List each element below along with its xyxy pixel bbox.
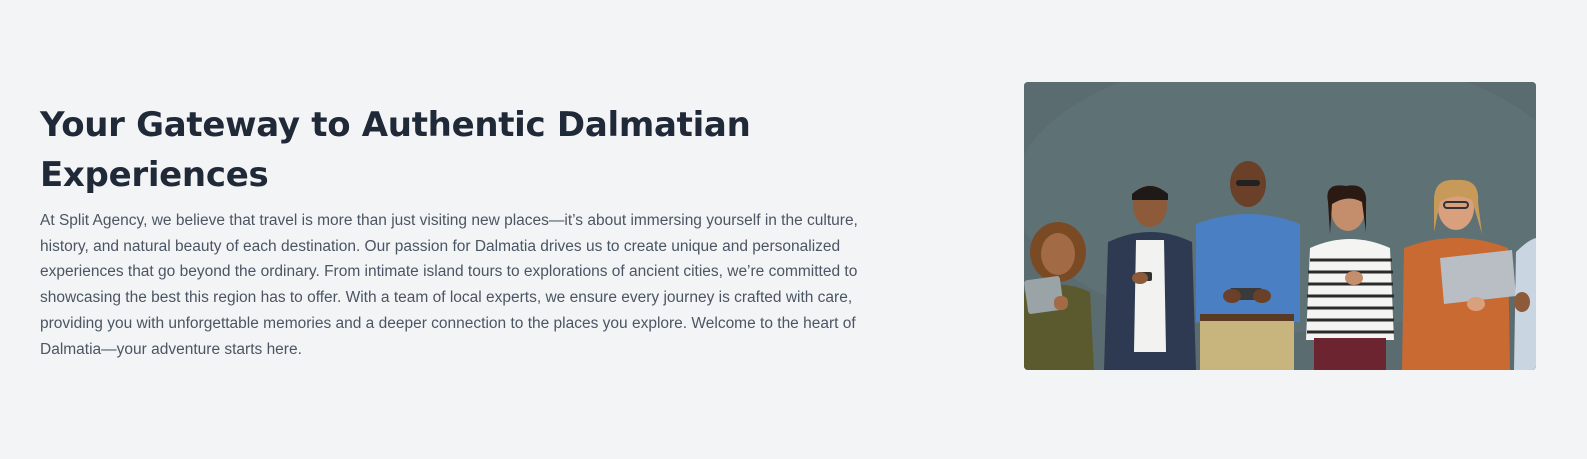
person-1 xyxy=(1024,222,1094,370)
section-description: At Split Agency, we believe that travel … xyxy=(40,212,858,358)
team-photo xyxy=(1024,82,1536,370)
person-6 xyxy=(1514,238,1536,370)
about-section: Your Gateway to Authentic Dalmatian Expe… xyxy=(40,100,900,362)
section-title: Your Gateway to Authentic Dalmatian Expe… xyxy=(40,105,751,195)
